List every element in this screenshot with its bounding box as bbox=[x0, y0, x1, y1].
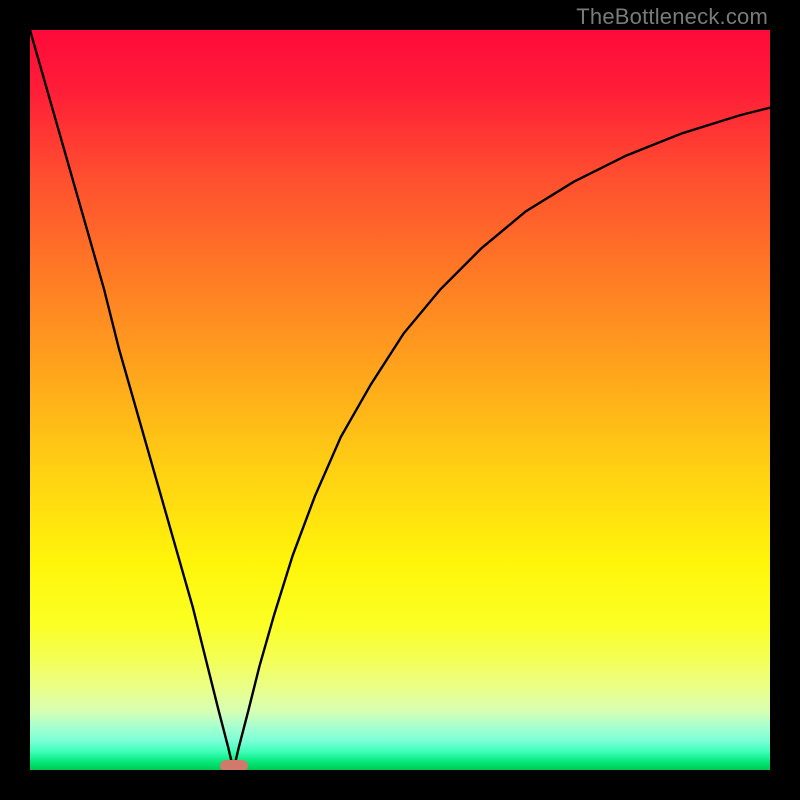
chart-frame: TheBottleneck.com bbox=[0, 0, 800, 800]
watermark-text: TheBottleneck.com bbox=[576, 4, 768, 30]
curve-left-branch bbox=[30, 30, 234, 770]
curve-right-branch bbox=[234, 108, 771, 770]
plot-area bbox=[30, 30, 770, 770]
minimum-marker bbox=[220, 760, 248, 770]
curve-layer bbox=[30, 30, 770, 770]
